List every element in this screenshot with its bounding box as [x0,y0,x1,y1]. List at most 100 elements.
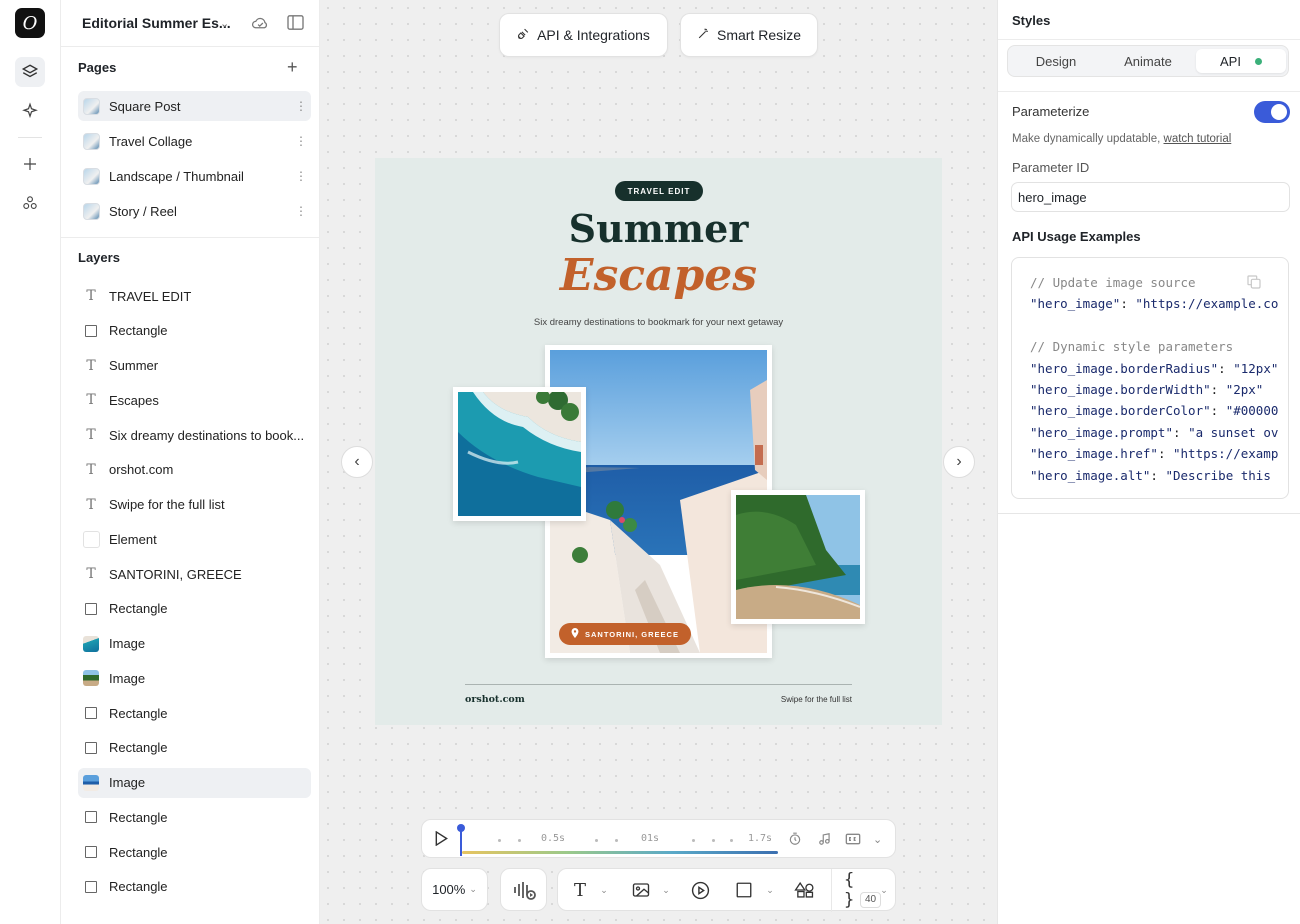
title-escapes[interactable]: Escapes [375,250,942,301]
parameterize-toggle[interactable] [1254,101,1290,123]
layers-heading: Layers [78,250,120,265]
layer-item[interactable]: Image [78,663,311,693]
code-line: "hero_image.prompt": "a sunset ov [1030,424,1279,440]
layer-item[interactable]: Rectangle [78,594,311,624]
copy-icon[interactable] [1246,274,1268,296]
project-title[interactable]: Editorial Summer Es... [82,15,231,31]
layer-item[interactable]: Rectangle [78,733,311,763]
rectangle-layer-icon [82,878,100,896]
text-layer-icon: T [86,392,96,409]
page-item[interactable]: Story / Reel ⋮ [78,196,311,226]
layer-item[interactable]: Rectangle [78,698,311,728]
layer-item[interactable]: Torshot.com [78,455,311,485]
chevron-left-icon[interactable]: ‹ [341,446,373,478]
toggle-sidebar-icon[interactable] [287,15,304,33]
layer-item[interactable]: T SANTORINI, GREECE [78,559,311,589]
play-icon[interactable] [434,830,448,849]
map-pin-icon [571,628,579,640]
chevron-down-icon[interactable]: ⌄ [598,877,610,903]
elements-tool-icon[interactable] [792,877,816,903]
code-line: "hero_image.borderRadius": "12px" [1030,360,1279,376]
layer-item-label: Rectangle [109,740,168,756]
page-item[interactable]: Square Post ⋮ [78,91,311,121]
smart-resize-button[interactable]: Smart Resize [680,13,818,57]
smart-resize-label: Smart Resize [716,27,802,43]
layer-item[interactable]: T Summer [78,351,311,381]
chevron-down-icon: ⌄ [469,884,477,894]
insert-toolbar: T ⌄ ⌄ ⌄ { } ⌄ 40 [557,868,896,912]
layer-item[interactable]: Element [78,524,311,554]
layer-item[interactable]: T Swipe for the full list [78,490,311,520]
text-tool-icon[interactable]: T [570,877,590,903]
audio-waveform-button[interactable] [500,868,547,911]
components-icon[interactable] [15,188,45,218]
footer-swipe[interactable]: Swipe for the full list [781,695,852,704]
code-line: "hero_image.borderColor": "#00000 [1030,403,1279,419]
layer-item[interactable]: Image [78,629,311,659]
rectangle-layer-icon [82,322,100,340]
zoom-control[interactable]: 100% ⌄ [421,868,488,911]
api-code-block[interactable]: // Update image source "hero_image": "htt… [1011,257,1289,499]
layer-item[interactable]: Rectangle [78,802,311,832]
footer-divider [465,684,852,685]
artboard[interactable]: TRAVEL EDIT Summer Escapes Six dreamy de… [375,158,942,725]
rectangle-layer-icon [82,843,100,861]
add-icon[interactable] [15,149,45,179]
watch-tutorial-link[interactable]: watch tutorial [1164,133,1232,145]
tab-animate[interactable]: Animate [1103,49,1193,73]
toolbar-divider [831,869,832,912]
layer-item[interactable]: T TRAVEL EDIT [78,281,311,311]
chevron-down-icon[interactable]: ⌄ [660,877,672,903]
sidebar: Editorial Summer Es... ⌄ Pages + Square … [61,0,320,924]
help-text: Make dynamically updatable, [1012,133,1161,145]
tab-design[interactable]: Design [1011,49,1101,73]
subtitle[interactable]: Six dreamy destinations to bookmark for … [375,317,942,328]
more-options-icon[interactable]: ⋮ [291,134,311,148]
app-logo[interactable]: O [15,8,45,38]
more-options-icon[interactable]: ⋮ [291,169,311,183]
chevron-down-icon[interactable]: ⌄ [764,877,776,903]
title-summer[interactable]: Summer [375,206,942,251]
beach-image[interactable] [731,490,865,624]
rectangle-layer-icon [82,600,100,618]
ai-sparkle-icon[interactable] [15,96,45,126]
video-tool-icon[interactable] [689,877,711,903]
text-layer-icon: T [86,288,96,304]
footer-website[interactable]: orshot.com [465,694,525,705]
captions-icon[interactable] [845,832,861,849]
shape-tool-icon[interactable] [733,877,755,903]
layer-item[interactable]: Rectangle [78,872,311,902]
timeline-track[interactable] [462,851,778,854]
layer-item[interactable]: Image [78,767,311,798]
api-integrations-button[interactable]: API & Integrations [499,13,668,57]
add-page-icon[interactable]: + [287,57,298,78]
timeline[interactable]: 0.5s 01s 1.7s ⌄ [421,819,896,858]
layer-item[interactable]: T Six dreamy destinations to book... [78,420,311,450]
layer-item[interactable]: T Escapes [78,385,311,415]
layer-item[interactable]: Rectangle [78,316,311,346]
chevron-right-icon[interactable]: › [943,446,975,478]
layer-item[interactable]: Rectangle [78,837,311,867]
chevron-down-icon[interactable]: ⌄ [873,833,882,846]
image-tool-icon[interactable] [630,877,652,903]
page-item[interactable]: Travel Collage ⋮ [78,126,311,156]
layers-icon[interactable] [15,57,45,87]
parameter-id-input[interactable]: hero_image [1011,182,1290,212]
text-layer-icon: T [86,566,96,582]
more-options-icon[interactable]: ⋮ [291,99,311,113]
location-badge[interactable]: SANTORINI, GREECE [559,623,691,645]
tab-api[interactable]: API [1196,49,1286,73]
chevron-down-icon[interactable]: ⌄ [220,17,229,30]
playhead[interactable] [457,824,465,856]
code-line: "hero_image": "https://example.co [1030,296,1279,312]
layer-item-label: Six dreamy destinations to book... [109,427,305,443]
music-note-icon[interactable] [818,832,832,849]
variables-count-badge: 40 [860,892,882,908]
timer-icon[interactable] [788,832,802,849]
page-item[interactable]: Landscape / Thumbnail ⋮ [78,161,311,191]
page-thumbnail [82,97,100,115]
more-options-icon[interactable]: ⋮ [291,204,311,218]
sea-image[interactable] [453,387,586,521]
cloud-sync-icon[interactable] [251,15,270,34]
travel-edit-pill[interactable]: TRAVEL EDIT [615,181,703,201]
